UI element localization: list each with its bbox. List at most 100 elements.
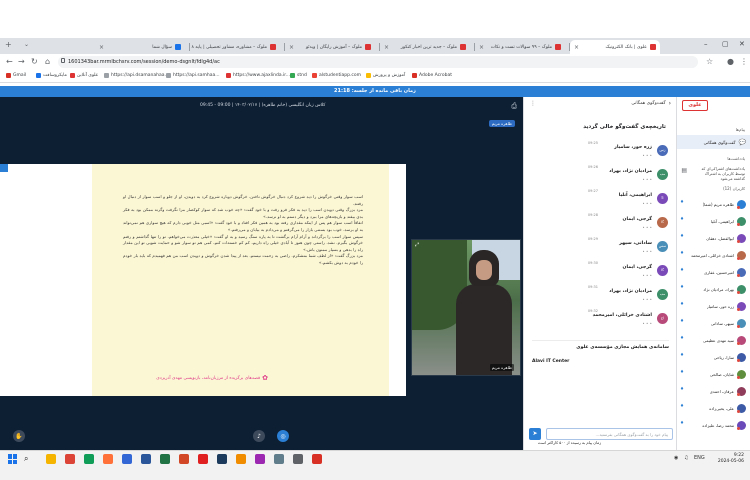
notes-icon[interactable]: ▤ [677,163,691,177]
user-list-item[interactable]: ابوالفضل، دهقان ♦ [680,232,746,244]
avatar [737,386,746,396]
user-list-item[interactable]: امیرحسین، غفاری ♦ [680,266,746,278]
tab-close-icon[interactable]: × [384,44,389,51]
user-list-item[interactable]: عرفان، احمدی ♦ [680,385,746,397]
edge-icon[interactable] [84,454,94,464]
raise-hand-icon[interactable]: ✋ [13,430,25,442]
user-list-item[interactable]: زره حور، سامیار ♦ [680,300,746,312]
user-list-item[interactable]: اشتادی خزائلی، امیرمحمد ♦ [680,249,746,261]
bookmark-item[interactable]: Adobe Acrobat [412,73,452,78]
message-time: 09:27 [587,189,598,193]
bookmark-item[interactable]: stnd [290,73,307,78]
microphone-icon: ♦ [680,234,685,239]
message-time: 09:29 [587,237,598,241]
browser-tab[interactable]: سؤال شما × [95,40,185,54]
files-icon[interactable] [274,454,284,464]
tab-close-icon[interactable]: × [99,44,104,51]
bookmark-favicon-icon [166,73,171,78]
bookmark-label: stnd [297,73,307,78]
browser-tab[interactable]: ملوک – جدید ترین اخبار کنکور × [380,40,470,54]
profile-icon[interactable]: ● [727,57,734,66]
search-icon[interactable]: ⌕ [24,454,28,464]
user-list-item[interactable]: محمد رضا، علیزاده ♦ [680,419,746,431]
firefox-icon[interactable] [103,454,113,464]
microphone-icon: ♦ [680,302,685,307]
presenter-webcam[interactable]: ⤢ طاهره مریم [411,239,521,376]
bookmark-item[interactable]: آموزش و پرورش [366,73,405,78]
store-icon[interactable] [122,454,132,464]
word-icon[interactable] [141,454,151,464]
user-list-item[interactable]: شایان، صالحی ♦ [680,368,746,380]
paint-icon[interactable] [255,454,265,464]
bookmark-item[interactable]: https://api.dsamanahaa... [104,73,169,78]
user-list-item[interactable]: علی، یحیی‌زاده ♦ [680,402,746,414]
avatar [737,284,746,294]
vlc-icon[interactable] [236,454,246,464]
bookmark-item[interactable]: مایکروسافت [36,73,67,78]
tab-close-icon[interactable]: × [574,44,579,51]
share-screen-icon[interactable]: ⎙ [511,102,517,111]
bookmark-item[interactable]: علوی آنلاین [70,73,98,78]
user-list-item[interactable]: سارا، ریاحی ♦ [680,351,746,363]
tab-close-icon[interactable]: × [479,44,484,51]
browser-tab[interactable]: ملوک – آموزش رایگان | ویدئو × [285,40,375,54]
bookmark-item[interactable]: https://api.samhaa... [166,73,220,78]
photoshop-icon[interactable] [217,454,227,464]
powerpoint-icon[interactable] [179,454,189,464]
browser-tab[interactable]: ملوک – مشاوره، مشاور تحصیلی | پایه ۸ | .… [190,40,280,54]
user-name: محمد رضا، علیزاده [702,422,734,428]
acrobat-icon[interactable] [198,454,208,464]
user-list-item[interactable]: ابراهیمی، آنلیا ♦ [680,215,746,227]
home-icon[interactable]: ⌂ [45,57,50,66]
language-indicator[interactable]: ENG [694,455,705,461]
clock[interactable]: 9:22 2024-05-06 [718,453,744,465]
file-explorer-icon[interactable] [46,454,56,464]
close-window-icon[interactable]: ✕ [739,40,745,48]
bookmark-star-icon[interactable]: ☆ [706,57,713,66]
slide-collapse-tab[interactable] [0,164,8,172]
back-arrow-icon[interactable]: ← [6,57,13,66]
windows-start-icon[interactable] [8,454,18,464]
settings-icon[interactable] [293,454,303,464]
bookmark-item[interactable]: https://www.ajaxlinda.ir... [226,73,290,78]
user-list-item[interactable]: سپهر، ساداتی ♦ [680,317,746,329]
minimize-icon[interactable]: – [704,40,708,48]
tab-close-icon[interactable]: × [289,44,294,51]
bookmark-item[interactable]: Gmail [6,73,26,78]
microphone-icon: ♦ [680,421,685,426]
user-list-item[interactable]: بهراد، مرادیان نژاد ♦ [680,283,746,295]
network-icon[interactable]: ◉ [674,455,678,461]
avatar: زس [657,145,668,156]
slide-paragraph: اسب سوار وقتی خرگوش را دید شروع کرد دنبا… [123,194,363,206]
browser-tab[interactable]: علوی | بانک الکترونیک × [570,40,660,54]
chevron-back-icon[interactable]: ‹ [669,100,671,107]
headphones-icon[interactable]: ◎ [277,430,289,442]
chat-input[interactable]: پیام خود را به گفت‌وگوی همگانی بفرستید..… [546,428,673,440]
chat-options-icon[interactable]: ⋮ [530,100,536,107]
chrome-icon[interactable] [65,454,75,464]
bookmark-item[interactable]: alstudentiapp.com [312,73,361,78]
user-list-item[interactable]: سید مهدی عظیمی ♦ [680,334,746,346]
microphone-icon: ♦ [680,217,685,222]
send-icon[interactable]: ➤ [529,428,541,440]
public-chat-item[interactable]: 💬 گفت‌وگوی همگانی [677,135,750,149]
address-bar[interactable]: 1601343bar.mrmlbchsrv.com/session/demo-d… [58,56,698,68]
mute-audio-icon[interactable]: ♪ [253,430,265,442]
tab-label: علوی | بانک الکترونیک [605,44,648,50]
tab-search-chevron-icon[interactable]: ⌄ [24,41,29,48]
bookmark-label: علوی آنلاین [77,73,99,78]
user-name: سید مهدی عظیمی [703,337,734,343]
more-menu-icon[interactable]: ⋮ [740,57,748,66]
maximize-icon[interactable]: ▢ [722,40,729,48]
forward-arrow-icon[interactable]: → [18,57,25,66]
reload-icon[interactable]: ↻ [31,57,38,66]
avatar [737,301,746,311]
volume-icon[interactable]: ♫ [684,455,688,461]
browser-tab[interactable]: ملوک – ۹۹ سوالات تست و نکات × [475,40,565,54]
user-list-item[interactable]: طاهره مریم (شما) ♦ [680,198,746,210]
record-icon[interactable] [312,454,322,464]
new-tab-plus-icon[interactable]: + [5,40,12,49]
expand-icon[interactable]: ⤢ [415,242,419,248]
message-body-placeholder: • • • [642,249,652,254]
excel-icon[interactable] [160,454,170,464]
